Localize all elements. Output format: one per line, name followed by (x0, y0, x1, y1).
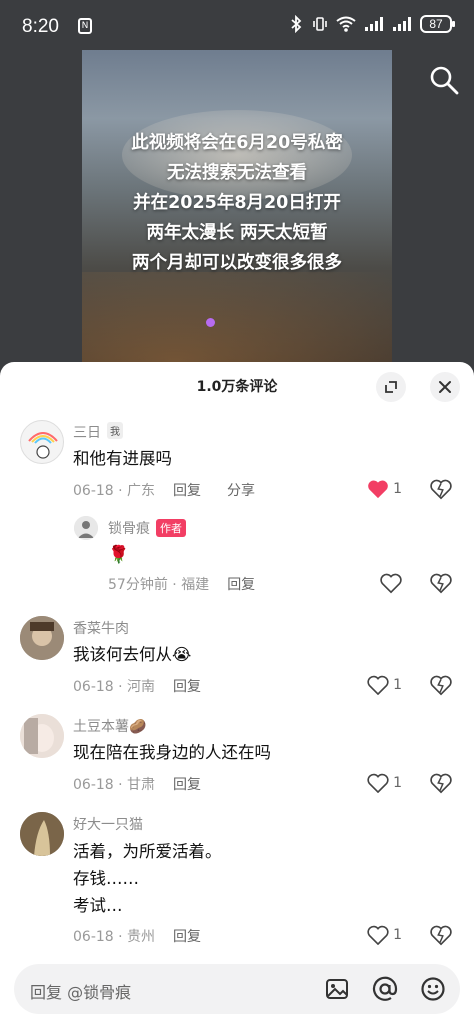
vibrate-icon (313, 17, 327, 31)
avatar[interactable] (74, 516, 98, 540)
bluetooth-icon (291, 15, 302, 33)
expand-button[interactable] (376, 372, 406, 402)
author-avatar-icon (74, 516, 98, 540)
heart-filled-icon (368, 480, 388, 499)
reply-button[interactable]: 回复 (173, 679, 201, 695)
search-icon[interactable] (428, 64, 460, 96)
reply-input-placeholder[interactable]: 回复 @锁骨痕 (30, 979, 131, 1003)
comment-text: 和他有进展吗 (73, 449, 172, 468)
me-tag: 我 (107, 422, 123, 439)
comment-meta: 57分钟前 · 福建 回复 (108, 577, 256, 593)
dislike-icon[interactable] (430, 924, 452, 946)
author-tag: 作者 (156, 519, 186, 537)
dislike-icon[interactable] (430, 572, 452, 594)
image-icon[interactable] (324, 976, 350, 1002)
avatar[interactable] (20, 812, 64, 856)
avatar[interactable] (20, 616, 64, 660)
comment-text: 现在陪在我身边的人还在吗 (73, 743, 271, 762)
status-bar: 8:20 N 87 (0, 0, 474, 52)
like-button[interactable]: 1 (367, 479, 402, 499)
heart-outline-icon (367, 925, 389, 945)
signal-icon (365, 17, 383, 31)
reply-button[interactable]: 回复 (173, 929, 201, 945)
comment-username[interactable]: 三日我 (73, 422, 123, 442)
heart-outline-icon (367, 675, 389, 695)
user-avatar-icon (20, 714, 64, 758)
dislike-icon[interactable] (430, 772, 452, 794)
comment-text: 活着，为所爱活着。 存钱…… 考试… (73, 842, 222, 915)
mention-icon[interactable] (372, 976, 398, 1002)
heart-outline-icon[interactable] (380, 572, 402, 594)
video-caption: 此视频将会在6月20号私密 无法搜索无法查看 并在2025年8月20日打开 两年… (131, 133, 343, 273)
dislike-icon[interactable] (430, 674, 452, 696)
avatar[interactable] (20, 714, 64, 758)
avatar[interactable] (20, 420, 64, 464)
like-button[interactable]: 1 (367, 675, 402, 695)
comment-text: 我该何去何从😭 (73, 645, 192, 664)
battery-indicator: 87 (420, 15, 455, 33)
like-button[interactable]: 1 (367, 925, 402, 945)
comment-meta: 06-18 · 广东 回复 分享 (73, 483, 256, 499)
user-avatar-icon (20, 812, 64, 856)
close-icon (439, 381, 451, 393)
comment-username[interactable]: 土豆本薯🥔 (73, 716, 146, 736)
status-time: 8:20 (22, 16, 59, 37)
nfc-icon: N (78, 18, 92, 34)
comment-sheet: 1.0万条评论 三日我 和他有进展吗 06-18 · 广东 回复 分享 1 锁骨痕作… (0, 362, 474, 1024)
comment-username[interactable]: 锁骨痕 作者 (108, 518, 186, 538)
share-button[interactable]: 分享 (227, 483, 255, 499)
expand-icon (385, 381, 397, 393)
close-button[interactable] (430, 372, 460, 402)
rainbow-avatar-icon (28, 432, 58, 459)
reply-input[interactable]: 回复 @锁骨痕 (14, 964, 460, 1014)
reply-button[interactable]: 回复 (173, 483, 201, 499)
user-avatar-icon (20, 616, 64, 660)
comment-meta: 06-18 · 贵州 回复 (73, 929, 202, 945)
emoji-icon[interactable] (420, 976, 446, 1002)
reply-button[interactable]: 回复 (173, 777, 201, 793)
like-button[interactable]: 1 (367, 773, 402, 793)
reply-button[interactable]: 回复 (227, 577, 255, 593)
comment-username[interactable]: 香菜牛肉 (73, 618, 129, 638)
heart-outline-icon (367, 773, 389, 793)
comment-meta: 06-18 · 甘肃 回复 (73, 777, 202, 793)
dislike-icon[interactable] (430, 478, 452, 500)
signal-icon-2 (393, 17, 411, 31)
comment-meta: 06-18 · 河南 回复 (73, 679, 202, 695)
wifi-icon (336, 16, 356, 32)
comment-text: 🌹 (108, 545, 130, 565)
comment-username[interactable]: 好大一只猫 (73, 814, 143, 834)
